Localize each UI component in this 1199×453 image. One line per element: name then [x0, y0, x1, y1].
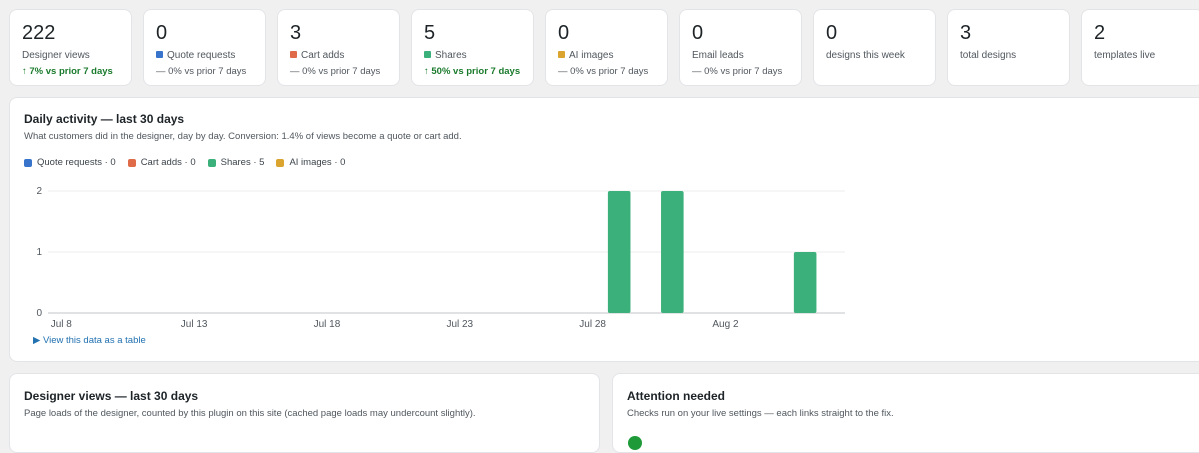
stat-label: Designer views — [22, 49, 119, 62]
stat-card: 0 Quote requests — 0% vs prior 7 days — [143, 9, 266, 86]
stat-label-text: templates live — [1094, 50, 1156, 61]
bar-shares[interactable] — [607, 191, 631, 313]
stat-value: 3 — [960, 22, 972, 44]
x-tick-label: Jul 18 — [314, 319, 341, 330]
color-swatch-icon — [290, 51, 297, 58]
attention-title: Attention needed — [627, 389, 725, 403]
stat-label: Email leads — [692, 49, 789, 62]
stat-label-text: designs this week — [826, 50, 905, 61]
stat-label-text: total designs — [960, 50, 1017, 61]
stat-card: 3 total designs — [947, 9, 1070, 86]
stat-label: total designs — [960, 49, 1057, 62]
stat-value: 3 — [290, 22, 302, 44]
daily-activity-panel: Daily activity — last 30 days What custo… — [9, 97, 1199, 362]
stat-value: 222 — [22, 22, 56, 44]
stat-delta: ↑ 50% vs prior 7 days — [424, 66, 521, 77]
stat-value: 0 — [826, 22, 838, 44]
designer-views-title: Designer views — last 30 days — [24, 389, 199, 403]
daily-activity-chart: 0 1 2 Jul 8 Jul 13 Jul 18 Jul 23 Jul 28 Aug 2 — [36, 186, 845, 330]
x-tick-label: Jul 8 — [51, 319, 73, 330]
stat-label: Quote requests — [156, 49, 253, 62]
stat-card: 0 designs this week — [813, 9, 936, 86]
stat-label-text: AI images — [569, 50, 614, 61]
stat-label-text: Designer views — [22, 50, 90, 61]
stat-delta: ↑ 7% vs prior 7 days — [22, 66, 113, 77]
x-tick-label: Jul 13 — [181, 319, 208, 330]
stat-value: 5 — [424, 22, 436, 44]
stat-card: 5 Shares ↑ 50% vs prior 7 days — [411, 9, 534, 86]
bar-shares[interactable] — [793, 252, 817, 313]
y-tick-label: 2 — [36, 186, 42, 197]
stat-label-text: Shares — [435, 50, 467, 61]
stat-delta: — 0% vs prior 7 days — [692, 66, 783, 77]
stat-card: 0 Email leads — 0% vs prior 7 days — [679, 9, 802, 86]
bar-shares[interactable] — [661, 191, 684, 313]
stat-label: AI images — [558, 49, 655, 62]
stat-label: Shares — [424, 49, 521, 62]
stat-delta: — 0% vs prior 7 days — [558, 66, 649, 77]
color-swatch-icon — [424, 51, 431, 58]
attention-panel: Attention needed Checks run on your live… — [612, 373, 1199, 453]
stat-label-text: Quote requests — [167, 50, 236, 61]
y-tick-label: 0 — [36, 308, 42, 319]
designer-views-subtitle: Page loads of the designer, counted by t… — [24, 408, 476, 419]
view-as-table-link[interactable]: ▶ View this data as a table — [33, 335, 146, 346]
stat-delta: — 0% vs prior 7 days — [156, 66, 247, 77]
designer-views-panel: Designer views — last 30 days Page loads… — [9, 373, 600, 453]
check-ok-icon — [628, 436, 642, 450]
attention-subtitle: Checks run on your live settings — each … — [627, 408, 894, 419]
stat-value: 0 — [156, 22, 168, 44]
stat-card: 3 Cart adds — 0% vs prior 7 days — [277, 9, 400, 86]
stat-label: Cart adds — [290, 49, 387, 62]
stat-card: 2 templates live — [1081, 9, 1199, 86]
stat-label: templates live — [1094, 49, 1191, 62]
color-swatch-icon — [558, 51, 565, 58]
color-swatch-icon — [156, 51, 163, 58]
stat-value: 0 — [558, 22, 570, 44]
stat-label-text: Cart adds — [301, 50, 345, 61]
stat-label-text: Email leads — [692, 50, 744, 61]
stats-row: 222 Designer views ↑ 7% vs prior 7 days 0 Qu… — [9, 9, 1199, 86]
stat-value: 2 — [1094, 22, 1106, 44]
stat-label: designs this week — [826, 49, 923, 62]
stat-card: 222 Designer views ↑ 7% vs prior 7 days — [9, 9, 132, 86]
stat-value: 0 — [692, 22, 704, 44]
x-tick-label: Aug 2 — [712, 319, 739, 330]
stat-delta: — 0% vs prior 7 days — [290, 66, 381, 77]
stat-card: 0 AI images — 0% vs prior 7 days — [545, 9, 668, 86]
x-tick-label: Jul 28 — [579, 319, 606, 330]
x-tick-label: Jul 23 — [446, 319, 473, 330]
y-tick-label: 1 — [36, 247, 42, 258]
